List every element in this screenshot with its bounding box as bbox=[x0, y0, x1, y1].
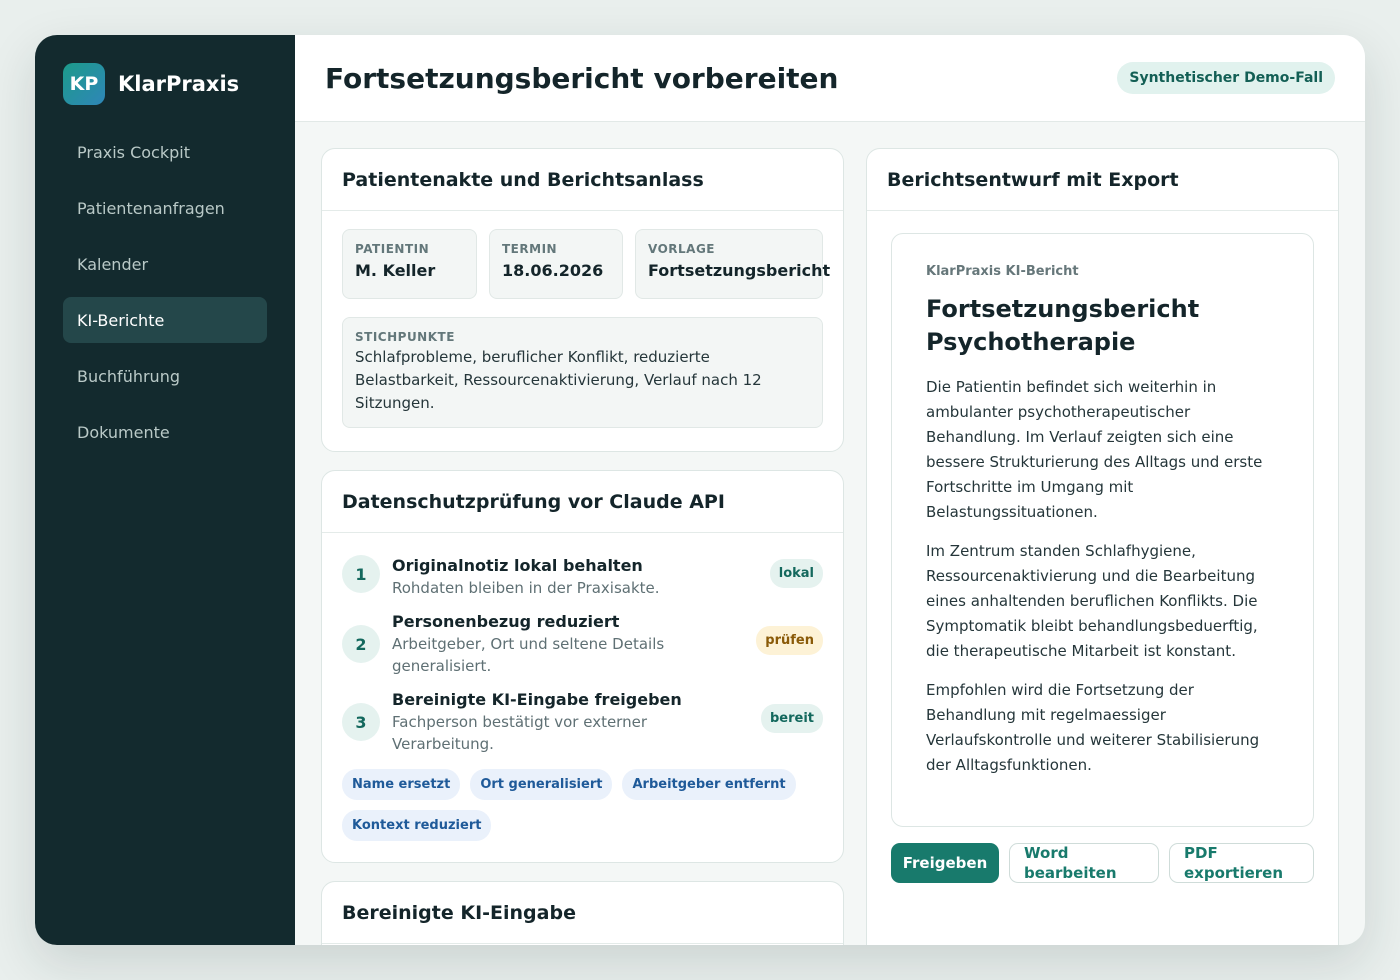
step-title: Bereinigte KI-Eingabe freigeben bbox=[392, 690, 682, 709]
report-kicker: KlarPraxis KI-Bericht bbox=[926, 264, 1079, 279]
card-title: Bereinigte KI-Eingabe bbox=[342, 901, 576, 924]
anonymization-tags: Name ersetzt Ort generalisiert Arbeitgeb… bbox=[342, 769, 823, 841]
card-title: Berichtsentwurf mit Export bbox=[887, 168, 1179, 191]
demo-case-badge: Synthetischer Demo-Fall bbox=[1117, 62, 1335, 94]
status-badge: prüfen bbox=[756, 626, 823, 655]
pdf-export-button[interactable]: PDF exportieren bbox=[1169, 843, 1314, 883]
step-title: Personenbezug reduziert bbox=[392, 612, 620, 631]
card-header: Patientenakte und Berichtsanlass bbox=[322, 149, 843, 211]
page-header: Fortsetzungsbericht vorbereiten Syntheti… bbox=[295, 35, 1365, 122]
report-paragraph: Empfohlen wird die Fortsetzung der Behan… bbox=[926, 681, 1260, 774]
notes-text: Schlafprobleme, beruflicher Konflikt, re… bbox=[355, 348, 762, 412]
main-content: Fortsetzungsbericht vorbereiten Syntheti… bbox=[295, 35, 1365, 945]
patient-meta-row: PATIENTIN M. Keller TERMIN 18.06.2026 VO… bbox=[322, 211, 843, 299]
field-value: Fortsetzungsbericht bbox=[648, 261, 831, 280]
field-label: TERMIN bbox=[502, 242, 558, 256]
card-header: Datenschutzprüfung vor Claude API bbox=[322, 471, 843, 533]
step-description: Fachperson bestätigt vor externer Verarb… bbox=[392, 713, 647, 753]
tag-employer-removed[interactable]: Arbeitgeber entfernt bbox=[622, 769, 796, 800]
step-number: 2 bbox=[342, 625, 380, 663]
tag-context-reduced[interactable]: Kontext reduziert bbox=[342, 810, 492, 841]
field-label: VORLAGE bbox=[648, 242, 715, 256]
step-description: Arbeitgeber, Ort und seltene Details gen… bbox=[392, 635, 665, 675]
step-number: 1 bbox=[342, 555, 380, 593]
sidebar-item-kalender[interactable]: Kalender bbox=[63, 241, 267, 287]
sidebar-nav: Praxis Cockpit Patientenanfragen Kalende… bbox=[63, 129, 267, 455]
card-title: Datenschutzprüfung vor Claude API bbox=[342, 490, 725, 513]
report-preview: KlarPraxis KI-Bericht Fortsetzungsberich… bbox=[891, 233, 1314, 827]
app-name: KlarPraxis bbox=[118, 72, 240, 96]
step-description: Rohdaten bleiben in der Praxisakte. bbox=[392, 579, 660, 597]
sidebar-item-patientenanfragen[interactable]: Patientenanfragen bbox=[63, 185, 267, 231]
card-header: Bereinigte KI-Eingabe bbox=[322, 882, 843, 944]
field-value: 18.06.2026 bbox=[502, 261, 604, 280]
page-title: Fortsetzungsbericht vorbereiten bbox=[325, 61, 839, 95]
notes-box: STICHPUNKTE Schlafprobleme, beruflicher … bbox=[342, 317, 823, 428]
sidebar: KP KlarPraxis Praxis Cockpit Patientenan… bbox=[35, 35, 295, 945]
tag-name-replaced[interactable]: Name ersetzt bbox=[342, 769, 461, 800]
notes-label: STICHPUNKTE bbox=[355, 330, 455, 344]
appointment-field: TERMIN 18.06.2026 bbox=[489, 229, 623, 299]
sidebar-item-praxis-cockpit[interactable]: Praxis Cockpit bbox=[63, 129, 267, 175]
approve-button[interactable]: Freigeben bbox=[891, 843, 999, 883]
brand[interactable]: KP KlarPraxis bbox=[63, 63, 267, 105]
word-edit-button[interactable]: Word bearbeiten bbox=[1009, 843, 1159, 883]
privacy-step[interactable]: 2 Personenbezug reduziert Arbeitgeber, O… bbox=[342, 611, 823, 677]
card-title: Patientenakte und Berichtsanlass bbox=[342, 168, 704, 191]
field-label: PATIENTIN bbox=[355, 242, 430, 256]
template-field[interactable]: VORLAGE Fortsetzungsbericht bbox=[635, 229, 831, 299]
privacy-step[interactable]: 1 Originalnotiz lokal behalten Rohdaten … bbox=[342, 555, 823, 599]
tag-location-generalized[interactable]: Ort generalisiert bbox=[470, 769, 613, 800]
app-window: KP KlarPraxis Praxis Cockpit Patientenan… bbox=[35, 35, 1365, 945]
sidebar-item-dokumente[interactable]: Dokumente bbox=[63, 409, 267, 455]
sidebar-item-buchfuehrung[interactable]: Buchführung bbox=[63, 353, 267, 399]
status-badge: bereit bbox=[760, 704, 823, 733]
step-number: 3 bbox=[342, 703, 380, 741]
card-header: Berichtsentwurf mit Export bbox=[867, 149, 1338, 211]
sanitized-input-card: Bereinigte KI-Eingabe bbox=[321, 881, 844, 945]
patient-field: PATIENTIN M. Keller bbox=[342, 229, 477, 299]
step-title: Originalnotiz lokal behalten bbox=[392, 556, 643, 575]
report-title: Fortsetzungsbericht Psychotherapie bbox=[926, 295, 1200, 356]
report-paragraph: Die Patientin befindet sich weiterhin in… bbox=[926, 378, 1263, 521]
patient-record-card: Patientenakte und Berichtsanlass PATIENT… bbox=[321, 148, 844, 452]
status-badge: lokal bbox=[769, 559, 823, 588]
privacy-check-card: Datenschutzprüfung vor Claude API 1 Orig… bbox=[321, 470, 844, 863]
report-paragraph: Im Zentrum standen Schlafhygiene, Ressou… bbox=[926, 542, 1258, 660]
privacy-step[interactable]: 3 Bereinigte KI-Eingabe freigeben Fachpe… bbox=[342, 689, 823, 755]
field-value: M. Keller bbox=[355, 261, 436, 280]
sidebar-item-ki-berichte[interactable]: KI-Berichte bbox=[63, 297, 267, 343]
report-draft-card: Berichtsentwurf mit Export KlarPraxis KI… bbox=[866, 148, 1339, 945]
logo-icon: KP bbox=[63, 63, 105, 105]
